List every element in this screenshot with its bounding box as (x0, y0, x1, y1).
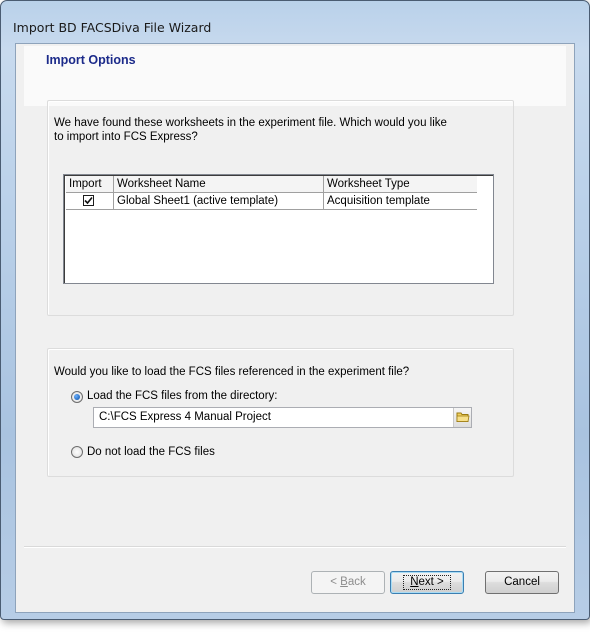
next-accelerator: N (410, 576, 419, 588)
back-button[interactable]: < Back (311, 571, 385, 594)
dialog-window: Import BD FACSDiva File Wizard Import Op… (0, 0, 590, 620)
worksheet-type-cell: Acquisition template (324, 193, 479, 209)
button-separator (24, 546, 566, 548)
window-title: Import BD FACSDiva File Wizard (13, 20, 212, 35)
folder-icon (456, 412, 470, 422)
next-label-rest: ext > (418, 576, 444, 588)
next-button[interactable]: Next > (390, 571, 464, 594)
list-scroll-gutter (477, 176, 491, 283)
title-bar[interactable]: Import BD FACSDiva File Wizard (1, 1, 589, 35)
cancel-button[interactable]: Cancel (485, 571, 559, 594)
skip-fcs-radio[interactable] (71, 446, 83, 458)
back-prefix: < (330, 576, 341, 588)
page-title: Import Options (46, 53, 136, 67)
worksheets-list[interactable]: Import Worksheet Name Worksheet Type Glo… (63, 174, 494, 284)
column-header-import[interactable]: Import (66, 176, 114, 192)
browse-folder-button[interactable] (453, 408, 471, 427)
directory-input[interactable]: C:\FCS Express 4 Manual Project (93, 407, 472, 428)
table-row[interactable]: Global Sheet1 (active template) Acquisit… (66, 193, 479, 210)
next-focus-rect: Next > (403, 575, 451, 590)
import-checkbox[interactable] (83, 195, 94, 206)
dialog-client-area: Import Options We have found these works… (15, 43, 575, 613)
worksheets-question: We have found these worksheets in the ex… (54, 117, 447, 143)
check-mark-icon (84, 196, 93, 205)
skip-fcs-label[interactable]: Do not load the FCS files (87, 446, 215, 460)
column-header-worksheet-type[interactable]: Worksheet Type (324, 176, 479, 192)
fcs-question: Would you like to load the FCS files ref… (54, 366, 410, 378)
worksheet-name-cell: Global Sheet1 (active template) (114, 193, 324, 209)
back-accelerator: B (340, 576, 348, 588)
back-label-rest: ack (347, 576, 366, 588)
column-header-worksheet-name[interactable]: Worksheet Name (114, 176, 324, 192)
load-fcs-radio[interactable] (71, 391, 83, 403)
header-band: Import Options (24, 46, 566, 106)
worksheets-list-header: Import Worksheet Name Worksheet Type (66, 176, 479, 193)
load-fcs-label[interactable]: Load the FCS files from the directory: (87, 390, 277, 404)
import-cell (66, 193, 114, 209)
